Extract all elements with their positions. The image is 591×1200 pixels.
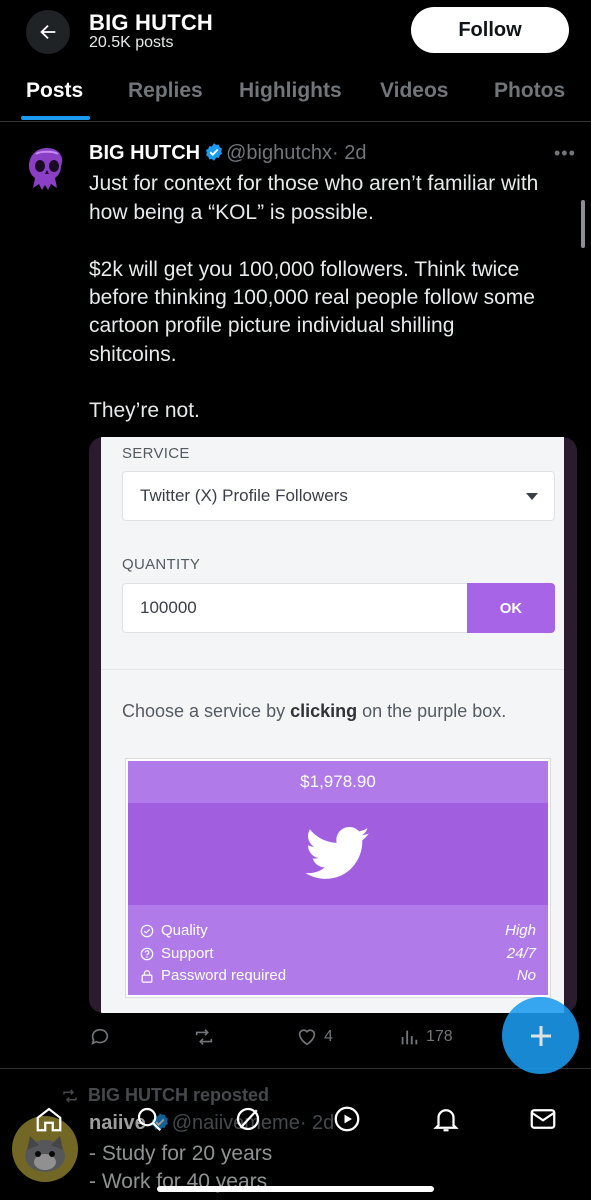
reply-button[interactable] [89,1026,117,1048]
like-count: 4 [324,1028,333,1045]
service-label: SERVICE [122,445,190,462]
verified-badge-icon [204,142,224,168]
notifications-icon[interactable] [431,1104,461,1134]
twitter-bird-panel [128,803,548,905]
tab-posts[interactable]: Posts [26,79,83,103]
messages-icon[interactable] [528,1104,558,1134]
post-divider [0,1068,591,1069]
tab-highlights[interactable]: Highlights [239,79,342,103]
order-form-screenshot: SERVICE Twitter (X) Profile Followers QU… [101,437,564,1013]
bottom-nav [0,1088,591,1200]
compose-button[interactable] [502,997,579,1074]
feature-quality-value: High [505,922,536,939]
repost-button[interactable] [192,1026,222,1048]
heart-icon [298,1029,316,1046]
service-select: Twitter (X) Profile Followers [122,471,555,521]
feature-password: Password required [140,967,286,984]
active-tab-indicator [21,116,90,120]
views-button[interactable]: 178 [398,1026,453,1048]
post-image[interactable]: SERVICE Twitter (X) Profile Followers QU… [89,437,577,1013]
divider [101,669,564,670]
quantity-value: 100000 [140,598,197,617]
quantity-field: 100000 [122,583,468,633]
caret-down-icon [526,493,538,500]
skull-avatar-icon [29,148,63,190]
post-time: · 2d [332,142,367,164]
feature-support: Support [140,945,214,962]
repost-icon [195,1029,213,1045]
post-text-line: cartoon profile picture individual shill… [89,314,455,337]
reply-icon [91,1028,109,1045]
twitter-bird-icon [305,827,370,879]
tab-replies[interactable]: Replies [128,79,203,103]
post-header: BIG HUTCH @bighutchx· 2d [89,142,367,168]
home-icon[interactable] [34,1104,64,1134]
video-icon[interactable] [332,1104,362,1134]
back-button[interactable] [26,10,70,54]
like-button[interactable]: 4 [296,1026,333,1048]
post-text-line: shitcoins. [89,343,177,366]
check-circle-icon [140,924,154,937]
search-icon[interactable] [134,1104,164,1134]
feature-password-value: No [516,967,536,984]
ok-button: OK [467,583,555,633]
arrow-left-icon [40,24,56,40]
service-value: Twitter (X) Profile Followers [140,486,348,505]
more-options-icon[interactable]: ••• [554,143,576,164]
feature-support-value: 24/7 [506,945,536,962]
author-name[interactable]: BIG HUTCH [89,142,200,164]
lock-icon [141,969,153,983]
follow-button[interactable]: Follow [411,7,569,53]
grok-icon[interactable] [233,1104,263,1134]
home-indicator [157,1186,434,1192]
service-price: $1,978.90 [300,772,376,791]
post-text-line: They’re not. [89,399,200,422]
avatar[interactable] [22,144,72,194]
post-text-line: how being a “KOL” is possible. [89,201,374,224]
post-text-line: Just for context for those who aren’t fa… [89,172,539,195]
post-count: 20.5K posts [89,34,174,51]
views-icon [401,1030,418,1045]
post-text-line: before thinking 100,000 real people foll… [89,286,535,309]
choose-instruction: Choose a service by clicking on the purp… [122,701,507,721]
quantity-label: QUANTITY [122,556,201,573]
profile-title: BIG HUTCH [89,10,214,35]
service-card: $1,978.90 Quality High Support 24/7 Pass… [126,759,550,997]
feature-quality: Quality [140,922,208,939]
tab-photos[interactable]: Photos [494,79,565,103]
question-circle-icon [140,947,154,960]
tab-videos[interactable]: Videos [380,79,448,103]
post-text-line: $2k will get you 100,000 followers. Thin… [89,258,520,281]
plus-icon [530,1025,551,1046]
profile-tabs: Posts Replies Highlights Videos Photos [0,62,591,122]
profile-header: BIG HUTCH 20.5K posts Follow [0,0,591,62]
author-handle[interactable]: @bighutchx [226,142,332,164]
scrollbar[interactable] [581,200,585,248]
view-count: 178 [426,1028,453,1045]
